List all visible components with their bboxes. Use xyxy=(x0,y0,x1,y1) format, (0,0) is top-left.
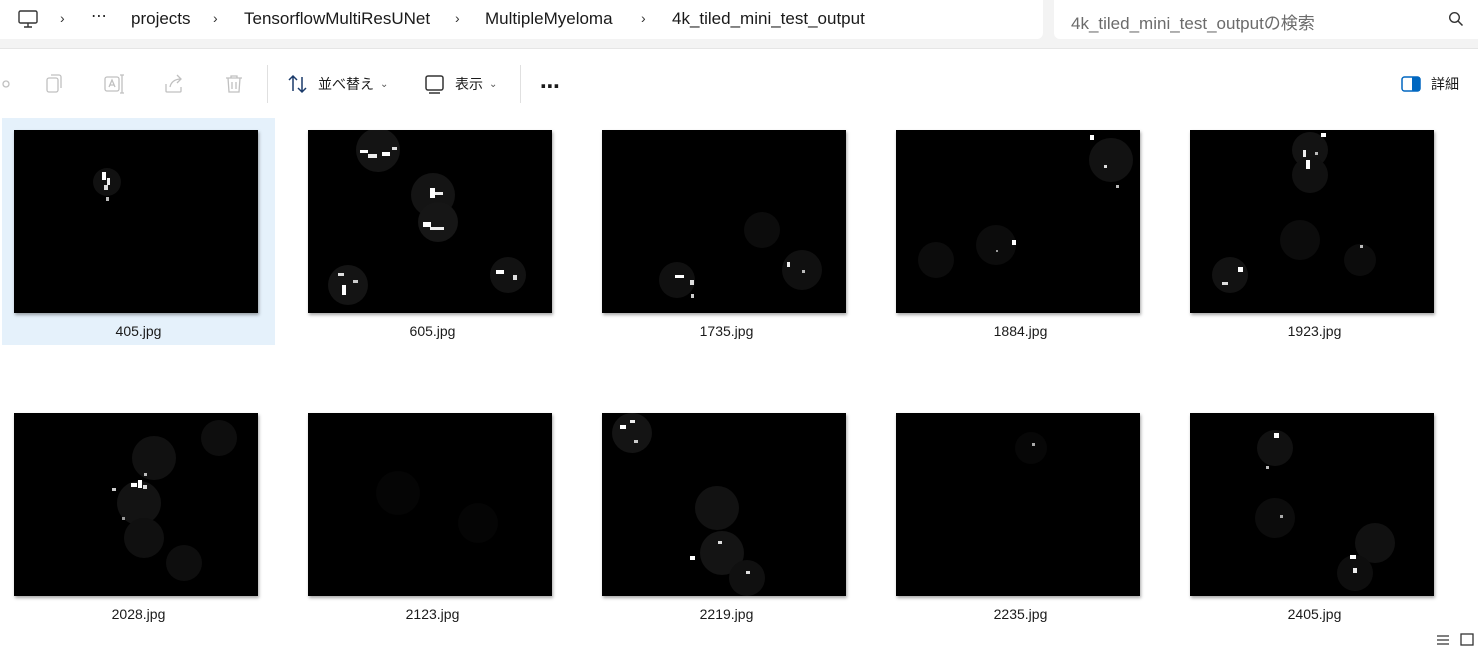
file-item[interactable]: 2219.jpg xyxy=(590,401,863,628)
image-thumbnail xyxy=(602,413,846,596)
details-pane-icon xyxy=(1401,76,1421,92)
command-bar: 並べ替え ⌄ 表示 ⌄ ⋯ 詳細 xyxy=(0,48,1478,119)
breadcrumb-projects[interactable]: projects xyxy=(131,9,191,29)
file-name: 2405.jpg xyxy=(1287,606,1342,622)
view-toggle-group xyxy=(1428,630,1478,648)
chevron-down-icon: ⌄ xyxy=(489,78,498,90)
breadcrumb-chevron-icon[interactable]: › xyxy=(60,10,65,26)
breadcrumb-multiplemyeloma[interactable]: MultipleMyeloma xyxy=(485,9,613,29)
file-name: 1735.jpg xyxy=(699,323,754,339)
file-item[interactable]: 1735.jpg xyxy=(590,118,863,345)
search-input[interactable]: 4k_tiled_mini_test_outputの検索 xyxy=(1054,0,1478,39)
sort-icon xyxy=(288,74,307,94)
file-item[interactable]: 2123.jpg xyxy=(296,401,569,628)
file-item[interactable]: 2405.jpg xyxy=(1178,401,1451,628)
image-thumbnail xyxy=(308,413,552,596)
breadcrumb-chevron-icon[interactable]: › xyxy=(641,10,646,26)
see-more-button[interactable]: ⋯ xyxy=(540,74,561,99)
view-label: 表示 xyxy=(455,76,483,92)
file-item[interactable]: 1884.jpg xyxy=(884,118,1157,345)
cut-icon[interactable] xyxy=(0,72,12,96)
image-thumbnail xyxy=(602,130,846,313)
toolbar-divider xyxy=(267,65,268,103)
file-name: 1923.jpg xyxy=(1287,323,1342,339)
address-row: › ⋯ projects › TensorflowMultiResUNet › … xyxy=(0,0,1478,48)
chevron-down-icon: ⌄ xyxy=(380,78,389,90)
delete-icon[interactable] xyxy=(222,72,246,96)
address-bar[interactable]: › ⋯ projects › TensorflowMultiResUNet › … xyxy=(0,0,1043,39)
file-name: 2235.jpg xyxy=(993,606,1048,622)
file-name: 2123.jpg xyxy=(405,606,460,622)
sort-label: 並べ替え xyxy=(318,76,374,92)
details-pane-button[interactable]: 詳細 xyxy=(1400,71,1459,97)
file-item[interactable]: 1923.jpg xyxy=(1178,118,1451,345)
breadcrumb-chevron-icon[interactable]: › xyxy=(213,10,218,26)
toolbar-divider xyxy=(520,65,521,103)
file-item[interactable]: 405.jpg xyxy=(2,118,275,345)
image-thumbnail xyxy=(1190,413,1434,596)
view-button[interactable]: 表示 ⌄ xyxy=(424,71,497,97)
share-icon[interactable] xyxy=(162,72,186,96)
file-name: 1884.jpg xyxy=(993,323,1048,339)
copy-icon[interactable] xyxy=(42,72,66,96)
file-name: 405.jpg xyxy=(115,323,162,339)
image-thumbnail xyxy=(896,413,1140,596)
image-thumbnail xyxy=(14,130,258,313)
search-icon[interactable] xyxy=(1448,11,1464,27)
file-name: 605.jpg xyxy=(409,323,456,339)
image-thumbnail xyxy=(308,130,552,313)
breadcrumb-current-folder[interactable]: 4k_tiled_mini_test_output xyxy=(672,9,865,29)
sort-button[interactable]: 並べ替え ⌄ xyxy=(287,71,388,97)
breadcrumb-tensorflowmultiresunet[interactable]: TensorflowMultiResUNet xyxy=(244,9,430,29)
image-thumbnail xyxy=(14,413,258,596)
file-grid: 405.jpg 605.jpg 1735.jpg 1884.jpg 1923.j… xyxy=(0,118,1478,648)
file-item[interactable]: 2235.jpg xyxy=(884,401,1157,628)
image-thumbnail xyxy=(1190,130,1434,313)
image-thumbnail xyxy=(896,130,1140,313)
file-name: 2219.jpg xyxy=(699,606,754,622)
search-placeholder: 4k_tiled_mini_test_outputの検索 xyxy=(1071,14,1315,33)
breadcrumb-chevron-icon[interactable]: › xyxy=(455,10,460,26)
this-pc-icon[interactable] xyxy=(17,9,39,29)
breadcrumb-overflow-button[interactable]: ⋯ xyxy=(91,6,108,26)
view-icon xyxy=(425,75,444,94)
thumbnail-view-icon[interactable] xyxy=(1460,633,1474,646)
details-label: 詳細 xyxy=(1431,76,1459,92)
file-item[interactable]: 605.jpg xyxy=(296,118,569,345)
rename-icon[interactable] xyxy=(102,72,126,96)
file-name: 2028.jpg xyxy=(111,606,166,622)
details-view-icon[interactable] xyxy=(1436,634,1450,646)
file-item[interactable]: 2028.jpg xyxy=(2,401,275,628)
